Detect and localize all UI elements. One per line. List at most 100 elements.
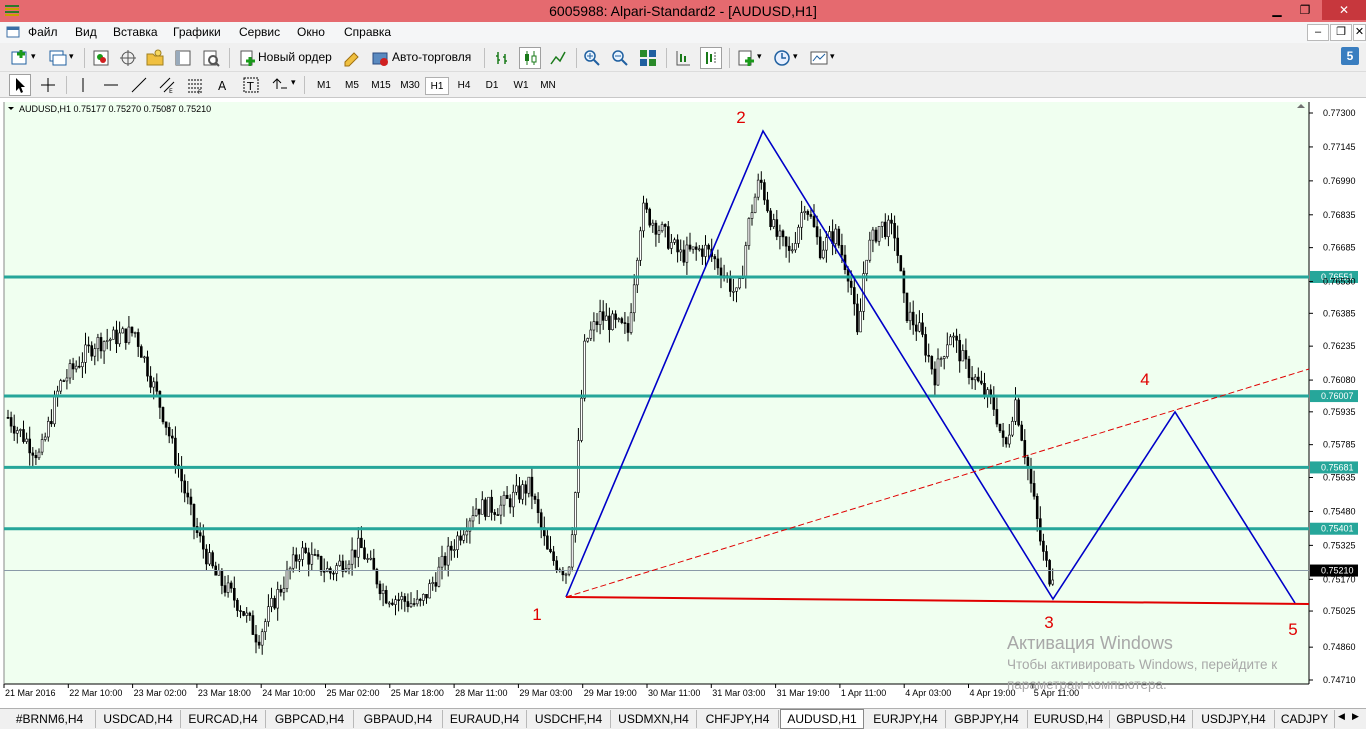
periods-clock-icon[interactable]: [772, 48, 792, 68]
crosshair-icon[interactable]: [38, 75, 58, 95]
tab-eurusd-h4[interactable]: EURUSD,H4: [1028, 710, 1110, 728]
mdi-minimize-button[interactable]: ‒: [1307, 24, 1329, 41]
menu-tools[interactable]: Сервис: [239, 25, 280, 39]
autoscroll-icon[interactable]: [700, 47, 722, 69]
bear-candle: [12, 425, 16, 434]
pattern-point-label: 1: [532, 605, 541, 624]
timeframe-w1[interactable]: W1: [509, 77, 533, 95]
timeframe-m1[interactable]: M1: [312, 77, 336, 95]
price-label: 0.76235: [1323, 341, 1356, 351]
tab-scroll-left-icon[interactable]: ◀: [1338, 711, 1345, 722]
price-chart[interactable]: 0.765510.760070.756810.754010.75210 1234…: [0, 98, 1366, 708]
cursor-arrow-icon[interactable]: [9, 74, 31, 96]
zoom-out-icon[interactable]: [610, 48, 630, 68]
tab-usdcad-h4[interactable]: USDCAD,H4: [96, 710, 181, 728]
tab-gbpcad-h4[interactable]: GBPCAD,H4: [266, 710, 354, 728]
price-label: 0.74710: [1323, 675, 1356, 685]
dropdown-arrow-icon[interactable]: ▾: [291, 77, 296, 88]
mdi-restore-button[interactable]: ❐: [1330, 24, 1352, 41]
timeframe-m15[interactable]: M15: [367, 77, 395, 95]
fibonacci-retracement-icon[interactable]: F: [185, 75, 205, 95]
timeframe-mn[interactable]: MN: [536, 77, 560, 95]
bull-candle: [747, 218, 751, 246]
dropdown-arrow-icon[interactable]: ▾: [830, 51, 835, 62]
tab-usdchf-h4[interactable]: USDCHF,H4: [527, 710, 611, 728]
new-chart-icon[interactable]: [10, 48, 30, 68]
bear-candle: [1042, 540, 1045, 552]
auto-trading-button[interactable]: Авто-торговля: [368, 46, 478, 70]
text-icon[interactable]: A: [213, 75, 233, 95]
menu-window[interactable]: Окно: [297, 25, 325, 39]
tab-cadjpy[interactable]: CADJPY: [1275, 710, 1335, 728]
tab-eurjpy-h4[interactable]: EURJPY,H4: [866, 710, 946, 728]
tab-brnm6-h4[interactable]: #BRNM6,H4: [4, 710, 96, 728]
tab-eurcad-h4[interactable]: EURCAD,H4: [181, 710, 266, 728]
navigator-folder-icon[interactable]: [145, 48, 165, 68]
bear-candle: [322, 570, 326, 573]
text-label-icon[interactable]: T: [241, 75, 261, 95]
tab-gbpjpy-h4[interactable]: GBPJPY,H4: [946, 710, 1028, 728]
arrows-shapes-icon[interactable]: [269, 75, 289, 95]
bear-candle: [403, 596, 407, 602]
timeframe-h4[interactable]: H4: [452, 77, 476, 95]
tab-usdjpy-h4[interactable]: USDJPY,H4: [1193, 710, 1275, 728]
minimize-button[interactable]: ▁: [1262, 0, 1292, 20]
zoom-in-icon[interactable]: [582, 48, 602, 68]
dropdown-arrow-icon[interactable]: ▾: [793, 51, 798, 62]
bear-candle: [484, 499, 487, 517]
tile-windows-icon[interactable]: [638, 48, 658, 68]
bull-candle: [282, 588, 286, 593]
chart-window-icon[interactable]: [6, 25, 20, 39]
line-chart-icon[interactable]: [548, 48, 568, 68]
mdi-close-button[interactable]: ✕: [1353, 24, 1366, 41]
menu-insert[interactable]: Вставка: [113, 25, 158, 39]
candlestick-chart-icon[interactable]: [519, 47, 541, 69]
crosshair-navigator-icon[interactable]: [118, 48, 138, 68]
vertical-line-icon[interactable]: [73, 75, 93, 95]
dropdown-arrow-icon[interactable]: ▾: [757, 51, 762, 62]
dropdown-arrow-icon[interactable]: ▾: [31, 51, 36, 62]
tab-audusd-h1[interactable]: AUDUSD,H1: [780, 709, 864, 729]
bear-candle: [443, 555, 447, 566]
tab-gbpusd-h4[interactable]: GBPUSD,H4: [1110, 710, 1193, 728]
trendline-icon[interactable]: [129, 75, 149, 95]
close-button[interactable]: ✕: [1322, 0, 1366, 20]
menu-file[interactable]: Файл: [28, 25, 58, 39]
bull-candle: [59, 380, 63, 392]
strategy-tester-icon[interactable]: [201, 48, 221, 68]
bear-candle: [412, 603, 416, 605]
dropdown-arrow-icon[interactable]: ▾: [69, 51, 74, 62]
time-label: 25 Mar 18:00: [391, 688, 444, 698]
bear-candle: [595, 321, 599, 326]
chart-info: AUDUSD,H1 0.75177 0.75270 0.75087 0.7521…: [19, 104, 211, 114]
menu-view[interactable]: Вид: [75, 25, 97, 39]
market-watch-icon[interactable]: [91, 48, 111, 68]
menu-charts[interactable]: Графики: [173, 25, 221, 39]
tab-scroll-right-icon[interactable]: ▶: [1352, 711, 1359, 722]
restore-button[interactable]: ❐: [1290, 0, 1320, 20]
timeframe-m5[interactable]: M5: [340, 77, 364, 95]
templates-icon[interactable]: [809, 48, 829, 68]
new-order-button[interactable]: Новый ордер: [236, 46, 336, 70]
tab-gbpaud-h4[interactable]: GBPAUD,H4: [354, 710, 443, 728]
tab-euraud-h4[interactable]: EURAUD,H4: [443, 710, 527, 728]
timeframe-d1[interactable]: D1: [480, 77, 504, 95]
indicators-icon[interactable]: [736, 48, 756, 68]
terminal-window-icon[interactable]: [173, 48, 193, 68]
profiles-icon[interactable]: [48, 48, 68, 68]
equidistant-channel-icon[interactable]: E: [157, 75, 177, 95]
chart-window[interactable]: 0.76551 0.76007 0.75681 0.75401 0.75210 1234…: [0, 98, 1366, 708]
horizontal-line-icon[interactable]: [101, 75, 121, 95]
bear-candle: [391, 602, 394, 605]
bull-candle: [415, 598, 419, 605]
bar-chart-icon[interactable]: [492, 48, 512, 68]
metaeditor-icon[interactable]: [342, 48, 362, 68]
tab-chfjpy-h4[interactable]: CHFJPY,H4: [697, 710, 779, 728]
chart-shift-icon[interactable]: [673, 48, 693, 68]
mql5-community-icon[interactable]: 5: [1341, 47, 1359, 65]
bull-candle: [908, 311, 912, 322]
timeframe-h1[interactable]: H1: [425, 77, 449, 95]
menu-help[interactable]: Справка: [344, 25, 391, 39]
tab-usdmxn-h4[interactable]: USDMXN,H4: [611, 710, 697, 728]
timeframe-m30[interactable]: M30: [396, 77, 424, 95]
